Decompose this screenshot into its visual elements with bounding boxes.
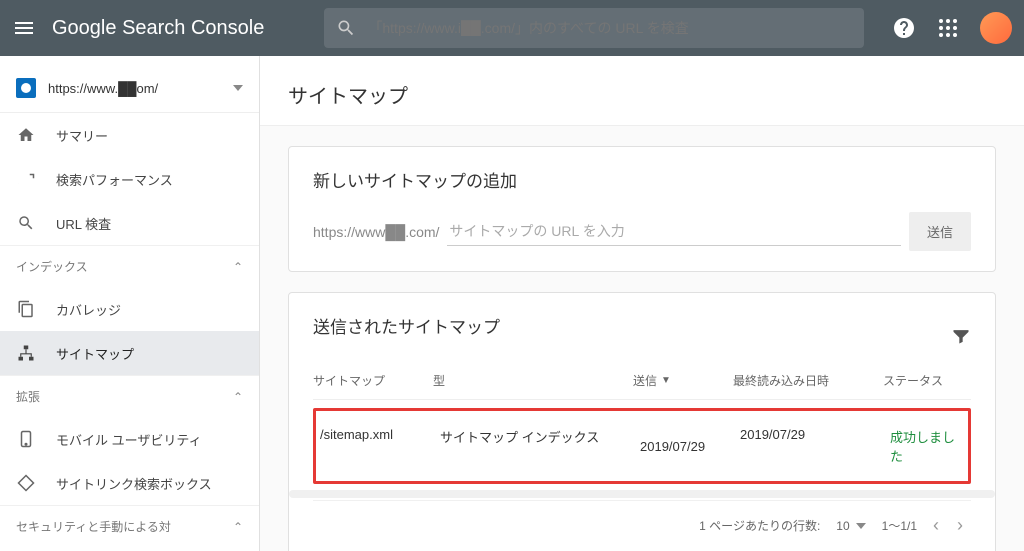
sidebar-item-sitemap[interactable]: サイトマップ: [0, 331, 259, 375]
diamond-icon: [16, 473, 36, 493]
submitted-heading: 送信されたサイトマップ: [313, 313, 500, 338]
avatar[interactable]: [980, 12, 1012, 44]
menu-icon[interactable]: [12, 16, 36, 40]
logo-light: Search Console: [122, 17, 264, 39]
horizontal-scrollbar[interactable]: [289, 490, 995, 498]
rows-per-page-value: 10: [836, 519, 849, 533]
app-header: Google Search Console: [0, 0, 1024, 56]
cell-submitted: 2019/07/29: [640, 427, 740, 465]
section-label: インデックス: [16, 258, 88, 275]
property-url: https://www.██om/: [48, 81, 233, 96]
property-selector[interactable]: https://www.██om/: [0, 64, 259, 113]
trend-icon: [16, 169, 36, 189]
url-prefix: https://www██.com/: [313, 224, 439, 240]
header-right: [892, 12, 1012, 44]
section-label: 拡張: [16, 388, 40, 405]
logo-bold: Google: [52, 17, 117, 39]
sidebar-item-performance[interactable]: 検索パフォーマンス: [0, 157, 259, 201]
section-label: セキュリティと手動による対: [16, 518, 171, 535]
add-sitemap-card: 新しいサイトマップの追加 https://www██.com/ 送信: [288, 146, 996, 272]
prev-page-icon[interactable]: ‹: [933, 515, 939, 536]
col-sitemap: サイトマップ: [313, 372, 433, 389]
cell-status: 成功しました: [890, 427, 964, 465]
app-logo: Google Search Console: [52, 17, 264, 40]
next-page-icon[interactable]: ›: [957, 515, 963, 536]
chevron-up-icon: ⌃: [233, 260, 243, 274]
rows-per-page-select[interactable]: 10: [836, 519, 865, 533]
cell-lastread: 2019/07/29: [740, 427, 890, 465]
home-icon: [16, 125, 36, 145]
dropdown-icon: [856, 523, 866, 529]
sidebar-item-sitelinks[interactable]: サイトリンク検索ボックス: [0, 461, 259, 505]
search-icon: [336, 18, 356, 38]
submit-button[interactable]: 送信: [909, 212, 971, 251]
sitemap-url-input[interactable]: [447, 217, 901, 246]
pagination: 1 ページあたりの行数: 10 1～1/1 ‹ ›: [313, 500, 971, 540]
chevron-up-icon: ⌃: [233, 390, 243, 404]
sidebar-item-label: モバイル ユーザビリティ: [56, 430, 202, 449]
submitted-sitemaps-card: 送信されたサイトマップ サイトマップ 型 送信 ▼ 最終読み込み日時 ステータス…: [288, 292, 996, 551]
copy-icon: [16, 299, 36, 319]
dropdown-icon: [233, 85, 243, 91]
help-icon[interactable]: [892, 16, 916, 40]
table-row[interactable]: /sitemap.xml サイトマップ インデックス 2019/07/29 20…: [313, 408, 971, 484]
apps-icon[interactable]: [936, 16, 960, 40]
sidebar-item-mobile[interactable]: モバイル ユーザビリティ: [0, 417, 259, 461]
col-submitted-label: 送信: [633, 372, 657, 389]
sidebar-item-label: URL 検査: [56, 214, 111, 233]
sort-down-icon: ▼: [661, 375, 671, 386]
sidebar-item-label: サマリー: [56, 126, 108, 145]
main-content: サイトマップ 新しいサイトマップの追加 https://www██.com/ 送…: [260, 56, 1024, 551]
sitemap-icon: [16, 343, 36, 363]
col-type: 型: [433, 372, 633, 389]
pagination-range: 1～1/1: [882, 517, 917, 534]
sidebar-item-label: サイトリンク検索ボックス: [56, 474, 212, 493]
url-inspect-search[interactable]: [324, 8, 864, 48]
sidebar-item-summary[interactable]: サマリー: [0, 113, 259, 157]
property-favicon: [16, 78, 36, 98]
mobile-icon: [16, 429, 36, 449]
section-index[interactable]: インデックス ⌃: [0, 245, 259, 287]
sidebar-item-label: 検索パフォーマンス: [56, 170, 173, 189]
cell-type: サイトマップ インデックス: [440, 427, 640, 465]
chevron-up-icon: ⌃: [233, 520, 243, 534]
sidebar-item-label: カバレッジ: [56, 300, 121, 319]
cell-sitemap: /sitemap.xml: [320, 427, 440, 465]
section-enhance[interactable]: 拡張 ⌃: [0, 375, 259, 417]
add-sitemap-heading: 新しいサイトマップの追加: [313, 167, 971, 192]
col-status: ステータス: [883, 372, 971, 389]
filter-icon[interactable]: [951, 326, 971, 346]
search-icon: [16, 213, 36, 233]
col-submitted[interactable]: 送信 ▼: [633, 372, 733, 389]
col-lastread: 最終読み込み日時: [733, 372, 883, 389]
page-title: サイトマップ: [260, 56, 1024, 126]
sidebar: https://www.██om/ サマリー 検索パフォーマンス URL 検査 …: [0, 56, 260, 551]
sidebar-item-label: サイトマップ: [56, 344, 134, 363]
table-header: サイトマップ 型 送信 ▼ 最終読み込み日時 ステータス: [313, 358, 971, 400]
url-inspect-input[interactable]: [368, 20, 852, 36]
section-security[interactable]: セキュリティと手動による対 ⌃: [0, 505, 259, 547]
sidebar-item-url-inspect[interactable]: URL 検査: [0, 201, 259, 245]
rows-per-page-label: 1 ページあたりの行数:: [699, 517, 820, 534]
sidebar-item-coverage[interactable]: カバレッジ: [0, 287, 259, 331]
